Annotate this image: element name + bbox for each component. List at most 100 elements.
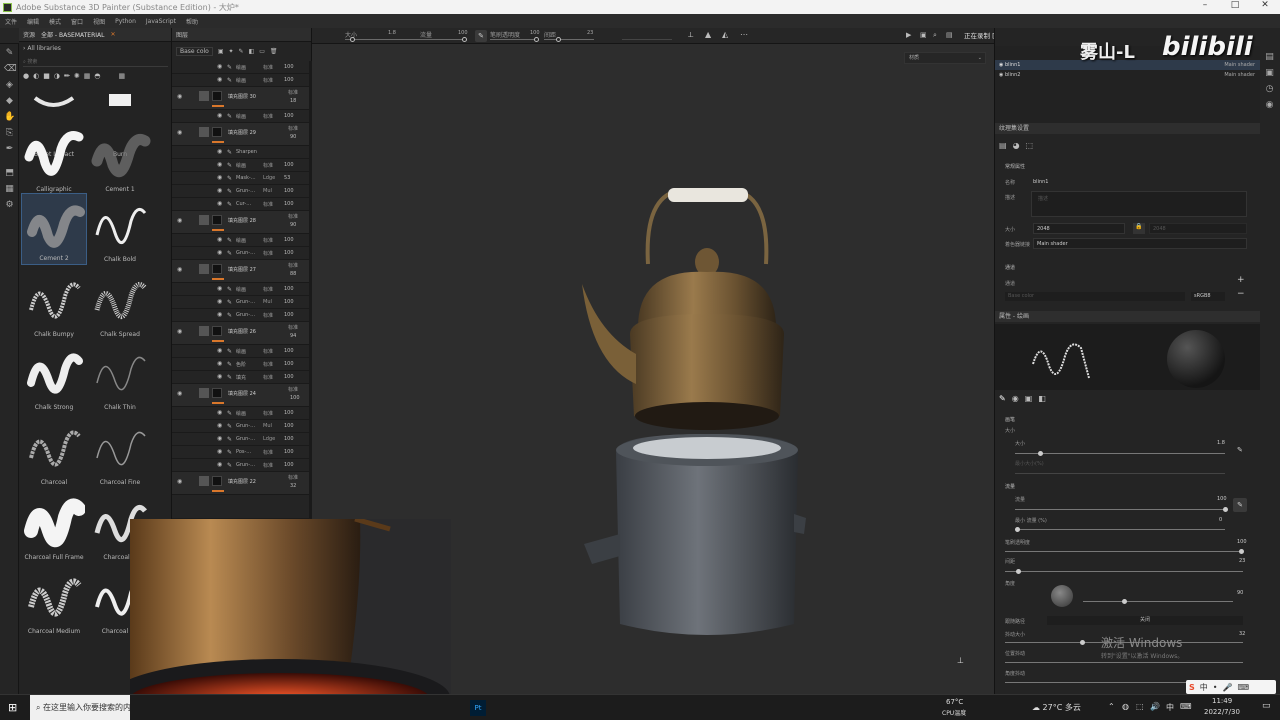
close-tab-icon[interactable]: ✕ [110, 31, 115, 38]
effect-row[interactable]: ◉ ✎ Grun-… 标准 100 [172, 247, 309, 260]
tab-baking-icon[interactable]: ◕ [1013, 141, 1020, 150]
channel-dropdown[interactable]: Base colo [176, 46, 213, 56]
effect-blend[interactable]: 标准 [263, 286, 273, 293]
tab-gradient-icon[interactable]: ◧ [1038, 394, 1046, 403]
bake-icon[interactable]: ⬒ [4, 168, 15, 179]
material-mode-dropdown[interactable]: 材质 ⌄ [904, 52, 986, 64]
brush-chalk-bumpy[interactable]: Chalk Bumpy [21, 268, 87, 340]
eye-icon[interactable]: ◉ [217, 348, 224, 354]
effect-row[interactable]: ◉ ✎ 绘画 标准 100 [172, 110, 309, 123]
tab-uv-icon[interactable]: ⬚ [1026, 141, 1034, 150]
eye-icon[interactable]: ◉ [217, 250, 224, 256]
eye-icon[interactable]: ◉ [177, 218, 184, 224]
effect-blend[interactable]: 标准 [263, 162, 273, 169]
menu-file[interactable]: 文件 [0, 17, 22, 26]
layer-icon[interactable]: ▦ [4, 184, 15, 195]
mountain-icon[interactable]: ▲ [705, 30, 711, 39]
pen-pressure-icon[interactable]: ✎ [475, 30, 487, 42]
effect-row[interactable]: ◉ ✎ Cur-… 标准 100 [172, 198, 309, 211]
effect-opacity[interactable]: 100 [284, 449, 294, 455]
eye-icon[interactable]: ◉ [217, 299, 224, 305]
brush-chalk-strong[interactable]: Chalk Strong [21, 341, 87, 413]
menu-edit[interactable]: 编辑 [22, 17, 44, 26]
effect-opacity[interactable]: 53 [284, 175, 290, 181]
properties-header[interactable]: 属性 - 绘画 [995, 311, 1261, 322]
blend-mode[interactable]: 标准 [288, 474, 298, 481]
flow-slider[interactable] [420, 39, 467, 40]
add-mask-icon[interactable]: ▣ [218, 48, 224, 55]
effect-row[interactable]: ◉ ✎ Grun-… 标准 100 [172, 309, 309, 322]
blend-mode[interactable]: 标准 [288, 262, 298, 269]
layer-opacity[interactable]: 88 [290, 271, 296, 277]
eye-icon[interactable]: ◉ [217, 410, 224, 416]
layer-opacity[interactable]: 18 [290, 98, 296, 104]
eye-icon[interactable]: ◉ [177, 130, 184, 136]
effect-opacity[interactable]: 100 [284, 237, 294, 243]
smudge-icon[interactable]: ✋ [4, 112, 15, 123]
brush-charcoal-full-frame[interactable]: Charcoal Full Frame [21, 491, 87, 563]
effect-opacity[interactable]: 100 [284, 188, 294, 194]
taskbar-app-painter[interactable]: Pt [470, 700, 486, 716]
fill-layer-row[interactable]: ◉ 填充图层 28 标准 90 [172, 211, 309, 234]
brush-chalk-thin[interactable]: Chalk Thin [87, 341, 153, 413]
fill-layer-row[interactable]: ◉ 填充图层 29 标准 90 [172, 123, 309, 146]
tray-up-icon[interactable]: ⌃ [1108, 702, 1115, 711]
effect-row[interactable]: ◉ ✎ Grun-… 标准 100 [172, 459, 309, 472]
texture-set-blinn2[interactable]: ◉ blinn2 Main shader [995, 70, 1261, 80]
spacing-slider-knob[interactable] [556, 37, 561, 42]
layers-title[interactable]: 图层 [176, 30, 188, 39]
blend-mode[interactable]: 标准 [288, 89, 298, 96]
effect-row[interactable]: ◉ ✎ Grun-… Ldge 100 [172, 433, 309, 446]
effect-opacity[interactable]: 100 [284, 348, 294, 354]
blend-mode[interactable]: 标准 [288, 386, 298, 393]
eye-icon[interactable]: ◉ [217, 201, 224, 207]
delete-icon[interactable]: 🗑 [270, 48, 278, 55]
brush-charcoal[interactable]: Charcoal [21, 416, 87, 488]
eye-icon[interactable]: ◉ [217, 374, 224, 380]
filter-mask-icon[interactable]: ◑ [54, 72, 60, 84]
eye-icon[interactable]: ◉ [217, 312, 224, 318]
ime-indicator[interactable]: 中 [1166, 702, 1174, 713]
min-flow-knob[interactable] [1015, 527, 1020, 532]
eye-icon[interactable]: ◉ [217, 237, 224, 243]
effect-blend[interactable]: 标准 [263, 250, 273, 257]
brush-cement-2[interactable]: Cement 2 [21, 193, 87, 265]
filter-material-icon[interactable]: ● [23, 72, 29, 84]
filter-particle-icon[interactable]: ✺ [74, 72, 80, 84]
effect-row[interactable]: ◉ ✎ Grun-… Mul 100 [172, 185, 309, 198]
stroke-opacity-knob[interactable] [1239, 549, 1244, 554]
eye-icon[interactable]: ◉ [217, 149, 224, 155]
polygon-fill-icon[interactable]: ◆ [4, 96, 15, 107]
fill-layer-row[interactable]: ◉ 填充图层 24 标准 100 [172, 384, 309, 407]
eraser-icon[interactable]: ⌫ [4, 64, 17, 75]
channel-format-dropdown[interactable]: sRGB8 [1191, 292, 1225, 301]
settings-icon[interactable]: ⚙ [4, 200, 15, 211]
channel-row[interactable]: Base color [1005, 292, 1185, 301]
shader-dropdown[interactable]: Main shader [1033, 238, 1247, 249]
filter-smart-icon[interactable]: ◐ [33, 72, 39, 84]
effect-opacity[interactable]: 100 [284, 286, 294, 292]
eye-icon[interactable]: ◉ [217, 162, 224, 168]
remove-channel-button[interactable]: − [1237, 289, 1245, 299]
blend-mode[interactable]: 标准 [288, 213, 298, 220]
tab-brush-icon[interactable]: ✎ [999, 394, 1006, 403]
blend-mode[interactable]: 标准 [288, 324, 298, 331]
texture-settings-header[interactable]: 纹理集设置 [995, 123, 1261, 134]
effect-blend[interactable]: 标准 [263, 361, 273, 368]
effect-row[interactable]: ◉ ✎ 绘画 标准 100 [172, 159, 309, 172]
windows-start-icon[interactable]: ⊞ [8, 701, 17, 714]
angle-knob[interactable] [1122, 599, 1127, 604]
effect-blend[interactable]: 标准 [263, 237, 273, 244]
effect-opacity[interactable]: 100 [284, 77, 294, 83]
eye-icon[interactable]: ◉ [217, 436, 224, 442]
camera-icon[interactable]: ▣ [920, 31, 927, 39]
menu-javascript[interactable]: JavaScript [141, 18, 181, 25]
effect-opacity[interactable]: 100 [284, 113, 294, 119]
effect-opacity[interactable]: 100 [284, 201, 294, 207]
filter-env-icon[interactable]: ◓ [94, 72, 100, 84]
eye-icon[interactable]: ◉ [217, 175, 224, 181]
flow-pressure-icon[interactable]: ✎ [1233, 498, 1247, 512]
eye-icon[interactable]: ◉ [177, 479, 184, 485]
size-knob[interactable] [1038, 451, 1043, 456]
effect-blend[interactable]: 标准 [263, 77, 273, 84]
